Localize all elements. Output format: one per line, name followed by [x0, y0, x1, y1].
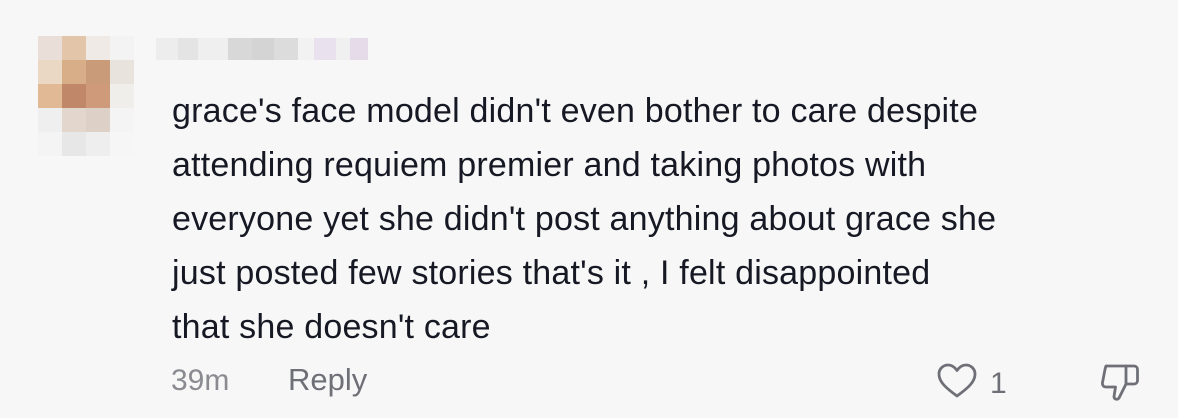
comment-timestamp: 39m	[171, 364, 230, 397]
like-button[interactable]: 1	[936, 362, 1007, 405]
comment-item: grace's face model didn't even bother to…	[0, 0, 1178, 418]
like-count: 1	[990, 366, 1007, 400]
avatar[interactable]	[38, 36, 134, 156]
comment-text: grace's face model didn't even bother to…	[172, 92, 997, 346]
thumbs-down-icon	[1098, 364, 1142, 408]
dislike-button[interactable]	[1098, 362, 1142, 409]
reply-button[interactable]: Reply	[288, 362, 367, 398]
username[interactable]	[156, 38, 368, 60]
heart-outline-icon	[936, 362, 978, 405]
